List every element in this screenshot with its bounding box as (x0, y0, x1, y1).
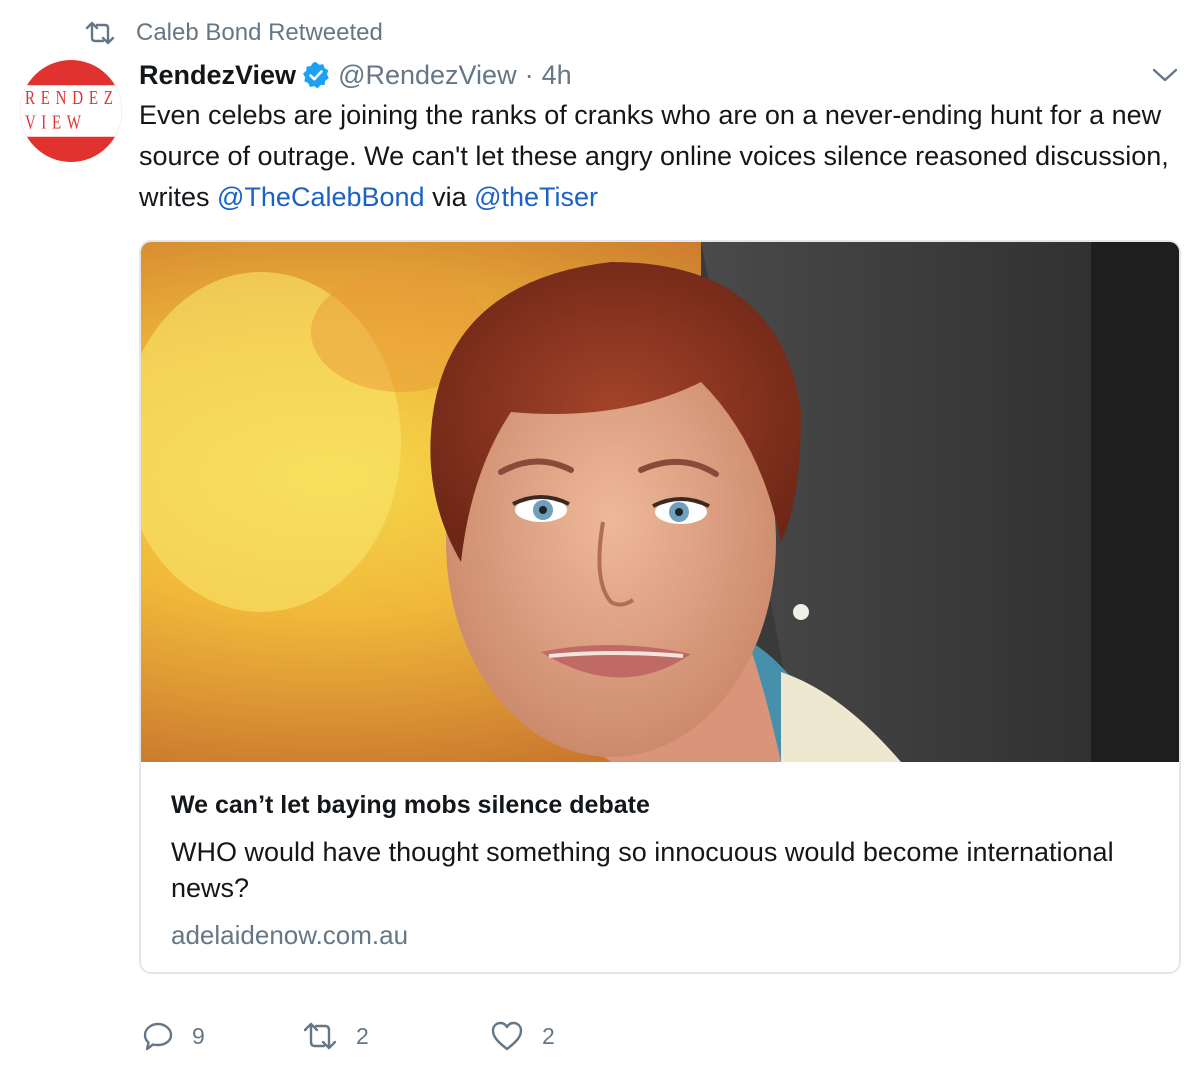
separator-dot: · (524, 59, 534, 90)
tweet-timestamp[interactable]: 4h (542, 60, 572, 91)
retweet-context-label[interactable]: Caleb Bond Retweeted (136, 19, 383, 47)
tweet-actions: 9 2 2 (142, 1010, 555, 1062)
like-button[interactable]: 2 (490, 1020, 555, 1052)
tweet-text: Even celebs are joining the ranks of cra… (139, 95, 1189, 218)
card-description: WHO would have thought something so inno… (171, 837, 1114, 903)
tweet-header: RendezView @RendezView · 4h (139, 56, 572, 94)
author-name[interactable]: RendezView (139, 60, 296, 91)
card-image[interactable] (141, 242, 1181, 762)
mention-link[interactable]: @theTiser (474, 182, 598, 212)
card-body: We can’t let baying mobs silence debate … (171, 788, 1151, 951)
retweet-context: Caleb Bond Retweeted (84, 16, 383, 50)
reply-count: 9 (192, 1022, 205, 1049)
retweet-icon (85, 21, 115, 45)
avatar-logo: R E N D E Z V I E W (20, 85, 122, 137)
retweet-count: 2 (356, 1022, 369, 1049)
card-title[interactable]: We can’t let baying mobs silence debate (171, 788, 1151, 822)
mention-link[interactable]: @TheCalebBond (217, 182, 425, 212)
retweet-button[interactable]: 2 (302, 1021, 490, 1051)
heart-icon (491, 1021, 523, 1051)
author-handle[interactable]: @RendezView (338, 60, 517, 91)
tweet-text-via: via (424, 182, 475, 212)
card-domain: adelaidenow.com.au (171, 920, 409, 950)
avatar[interactable]: R E N D E Z V I E W (20, 60, 122, 162)
verified-badge-icon (303, 62, 329, 89)
link-card[interactable]: We can’t let baying mobs silence debate … (139, 240, 1181, 974)
retweet-icon (303, 1022, 337, 1050)
reply-button[interactable]: 9 (142, 1020, 302, 1052)
like-count: 2 (542, 1022, 555, 1049)
reply-icon (143, 1022, 173, 1051)
chevron-down-icon[interactable] (1150, 64, 1180, 86)
